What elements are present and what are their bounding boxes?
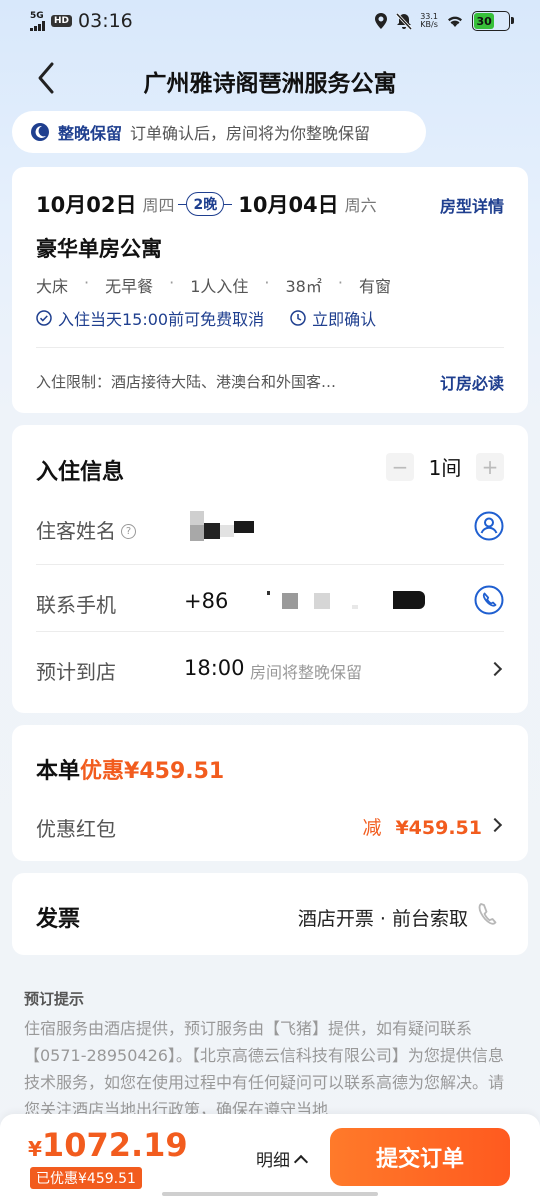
mute-bell-icon xyxy=(396,12,413,30)
room-detail-link[interactable]: 房型详情 xyxy=(440,193,504,217)
discount-total: 优惠¥459.51 xyxy=(80,759,225,784)
status-right: 33.1 KB/s 30 xyxy=(374,11,514,31)
submit-order-button[interactable]: 提交订单 xyxy=(330,1128,510,1186)
spec-bed: 大床 xyxy=(36,277,69,296)
tips-title: 预订提示 xyxy=(24,990,85,1008)
invoice-method: 酒店开票 · 前台索取 xyxy=(297,908,468,930)
divider xyxy=(36,631,504,632)
notice-title: 整晚保留 xyxy=(58,124,123,143)
decrease-room-button[interactable]: − xyxy=(386,452,414,481)
phone-country-code: +86 xyxy=(184,589,229,613)
network-type: 5G xyxy=(30,10,44,21)
room-count-stepper: − 1间 + xyxy=(386,452,504,481)
status-left: 5G HD 03:16 xyxy=(30,10,133,32)
room-count-value: 1间 xyxy=(428,456,462,480)
hd-badge: HD xyxy=(51,15,73,27)
checkin-date: 10月02日 xyxy=(36,193,137,217)
free-cancel-policy: 入住当天15:00前可免费取消 xyxy=(36,306,264,330)
stay-card: 10月02日 周四 2晚 10月04日 周六 房型详情 豪华单房公寓 大床 · 无… xyxy=(12,167,528,413)
battery-icon: 30 xyxy=(472,11,514,31)
room-name: 豪华单房公寓 xyxy=(36,237,162,261)
total-amount: 1072.19 xyxy=(41,1126,188,1164)
divider xyxy=(36,347,504,348)
nights-badge: 2晚 xyxy=(186,192,225,216)
stay-dates: 10月02日 周四 2晚 10月04日 周六 xyxy=(36,189,377,219)
coupon-value[interactable]: 减 ¥459.51 xyxy=(362,813,482,840)
divider xyxy=(36,564,504,565)
contacts-icon[interactable] xyxy=(474,511,504,541)
arrival-label: 预计到店 xyxy=(36,660,116,684)
discount-title-prefix: 本单 xyxy=(36,759,81,784)
invoice-card[interactable]: 发票 酒店开票 · 前台索取 xyxy=(12,873,528,955)
instant-confirm-policy: 立即确认 xyxy=(290,306,376,330)
battery-cap xyxy=(511,17,514,24)
network-speed: 33.1 KB/s xyxy=(420,13,438,29)
status-bar: 5G HD 03:16 33.1 KB/s 30 xyxy=(0,0,540,44)
saved-badge: 已优惠¥459.51 xyxy=(30,1167,142,1189)
checkin-weekday: 周四 xyxy=(142,196,175,215)
phone-icon[interactable] xyxy=(474,585,504,615)
guest-name-field[interactable] xyxy=(190,511,260,541)
guest-name-label: 住客姓名? xyxy=(36,515,136,544)
page-title: 广州雅诗阁琶洲服务公寓 xyxy=(143,71,397,97)
wifi-icon xyxy=(448,16,462,27)
booking-must-read-link[interactable]: 订房必读 xyxy=(440,370,504,394)
clock-icon xyxy=(290,310,306,326)
phone-label: 联系手机 xyxy=(36,593,116,617)
phone-handset-icon[interactable] xyxy=(476,901,498,927)
moon-icon xyxy=(31,123,49,141)
help-icon[interactable]: ? xyxy=(121,523,136,539)
checkout-weekday: 周六 xyxy=(344,196,377,215)
room-specs: 大床 · 无早餐 · 1人入住 · 38㎡ · 有窗 xyxy=(36,273,391,296)
coupon-label: 优惠红包 xyxy=(36,817,116,841)
check-circle-icon xyxy=(36,310,52,326)
network-speed-unit: KB/s xyxy=(420,20,438,29)
total-price: ¥1072.19 xyxy=(28,1126,188,1164)
discount-title: 本单优惠¥459.51 xyxy=(36,753,224,785)
nav-bar: 广州雅诗阁琶洲服务公寓 xyxy=(0,52,540,104)
nights-indicator: 2晚 xyxy=(178,192,233,216)
battery-text: 30 xyxy=(476,14,492,28)
spec-window: 有窗 xyxy=(358,277,391,296)
coupon-reduce: 减 xyxy=(362,817,382,839)
currency-symbol: ¥ xyxy=(28,1137,42,1161)
arrival-note: 房间将整晚保留 xyxy=(250,663,363,682)
bottom-action-bar: ¥1072.19 已优惠¥459.51 明细 提交订单 xyxy=(0,1114,540,1200)
signal-bars-icon xyxy=(30,20,45,31)
guest-info-card: 入住信息 − 1间 + 住客姓名? 联系手机 +86 预计到店 18:00 房间… xyxy=(12,425,528,713)
arrival-time[interactable]: 18:00 xyxy=(184,656,245,680)
free-cancel-text: 入住当天15:00前可免费取消 xyxy=(58,310,265,329)
coupon-amount: ¥459.51 xyxy=(395,817,482,839)
checkout-date: 10月04日 xyxy=(238,193,339,217)
battery-level: 30 xyxy=(474,13,495,29)
phone-field[interactable] xyxy=(267,591,427,613)
spec-area: 38㎡ xyxy=(285,277,322,296)
invoice-title: 发票 xyxy=(36,907,81,932)
guest-name-label-text: 住客姓名 xyxy=(36,519,116,543)
location-icon xyxy=(375,13,388,29)
overnight-hold-notice: 整晚保留 订单确认后，房间将为你整晚保留 xyxy=(12,111,426,153)
chevron-right-icon[interactable] xyxy=(487,817,503,833)
checkin-restriction: 入住限制：酒店接待大陆、港澳台和外国客… xyxy=(36,373,337,391)
discount-card: 本单优惠¥459.51 优惠红包 减 ¥459.51 xyxy=(12,725,528,861)
price-detail-button[interactable]: 明细 xyxy=(256,1146,309,1171)
instant-confirm-text: 立即确认 xyxy=(312,310,377,329)
increase-room-button[interactable]: + xyxy=(476,452,504,481)
notice-text: 订单确认后，房间将为你整晚保留 xyxy=(130,124,371,143)
price-detail-label: 明细 xyxy=(256,1151,290,1171)
signal-indicator: 5G xyxy=(30,10,45,31)
clock: 03:16 xyxy=(78,10,133,32)
guest-info-title: 入住信息 xyxy=(36,460,125,485)
spec-breakfast: 无早餐 xyxy=(105,277,154,296)
chevron-up-icon xyxy=(293,1154,309,1169)
policies: 入住当天15:00前可免费取消 立即确认 xyxy=(36,306,376,330)
spec-occupancy: 1人入住 xyxy=(190,277,249,296)
chevron-right-icon[interactable] xyxy=(487,661,503,677)
home-indicator[interactable] xyxy=(162,1192,378,1196)
